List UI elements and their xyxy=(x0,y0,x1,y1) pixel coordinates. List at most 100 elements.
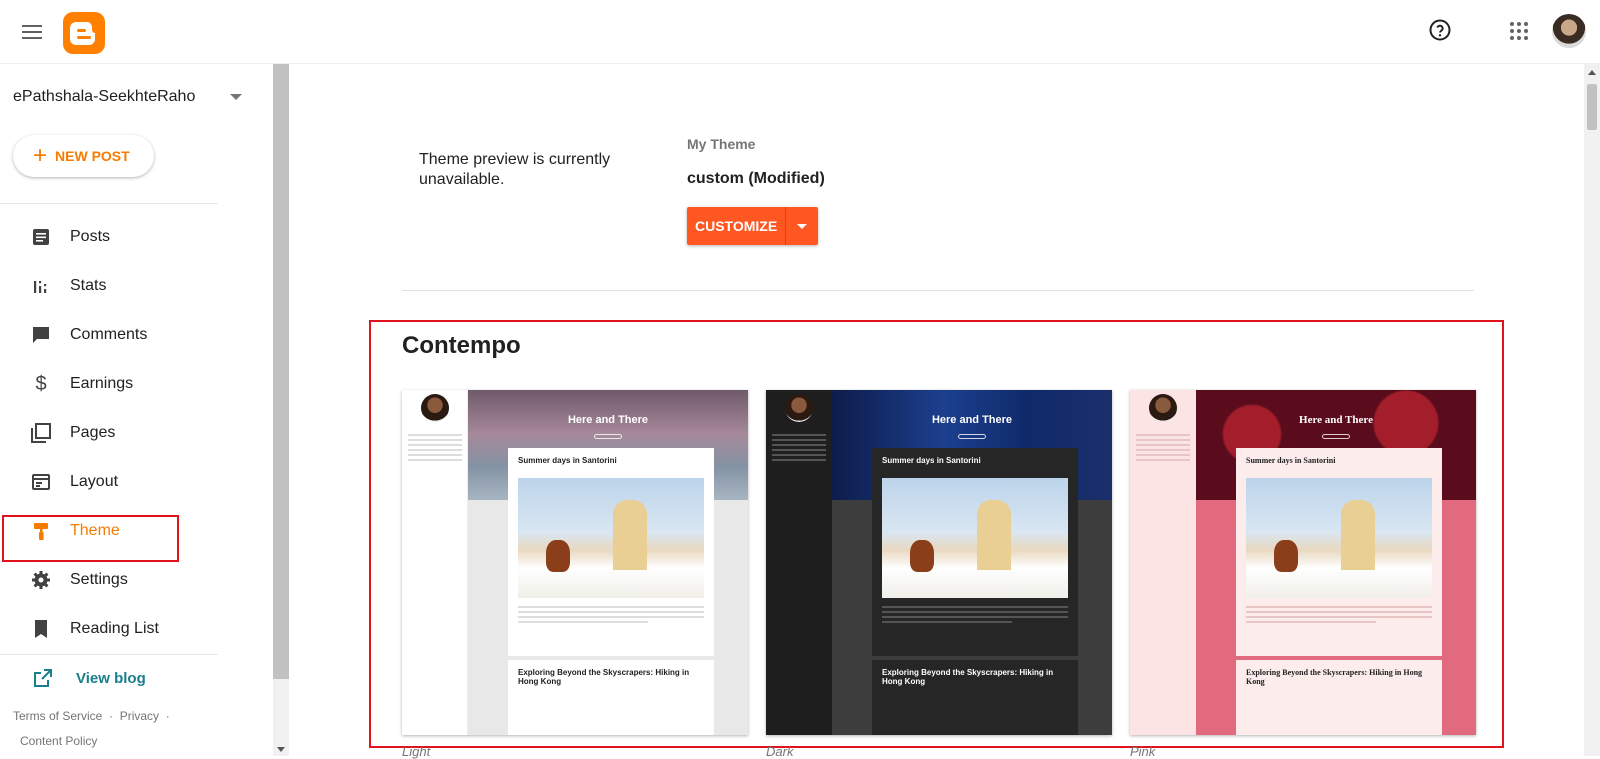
theme-caption: Pink xyxy=(1130,744,1156,759)
chevron-down-icon[interactable] xyxy=(230,94,242,100)
customize-button[interactable]: CUSTOMIZE xyxy=(687,207,785,245)
post-text-lines xyxy=(518,606,704,626)
sidebar-item-label: Pages xyxy=(70,424,116,441)
apps-grid-icon[interactable] xyxy=(1508,20,1530,42)
sidebar-item-label: Comments xyxy=(70,326,148,343)
customize-dropdown-button[interactable] xyxy=(785,207,818,245)
sidebar-item-settings[interactable]: Settings xyxy=(0,558,218,602)
post-preview: Exploring Beyond the Skyscrapers: Hiking… xyxy=(1236,660,1442,735)
help-circle-icon[interactable] xyxy=(1428,18,1452,42)
dollar-icon: $ xyxy=(35,372,47,395)
sidebar-item-stats[interactable]: Stats xyxy=(0,264,218,308)
sidebar-item-label: Layout xyxy=(70,473,119,490)
blog-selector[interactable]: ePathshala-SeekhteRaho xyxy=(13,88,195,106)
post-title: Summer days in Santorini xyxy=(882,456,981,465)
terms-link[interactable]: Terms of Service xyxy=(13,709,102,723)
gear-icon xyxy=(30,569,52,591)
posts-icon xyxy=(30,226,52,248)
profile-photo xyxy=(785,394,813,422)
sidebar-item-earnings[interactable]: $ Earnings xyxy=(0,362,218,406)
comments-icon xyxy=(30,324,52,346)
sidebar-item-label: Stats xyxy=(70,277,107,294)
separator-dot: · xyxy=(165,709,170,723)
hero-pill xyxy=(594,434,622,439)
sidebar-item-pages[interactable]: Pages xyxy=(0,411,218,455)
plus-icon: + xyxy=(33,142,48,169)
content-policy-link[interactable]: Content Policy xyxy=(20,734,97,748)
post-preview: Exploring Beyond the Skyscrapers: Hiking… xyxy=(508,660,714,735)
view-blog-link[interactable]: View blog xyxy=(0,661,218,697)
external-link-icon xyxy=(32,667,54,693)
new-post-label: NEW POST xyxy=(55,148,130,164)
sidebar-item-label: Posts xyxy=(70,228,111,245)
customize-split-button: CUSTOMIZE xyxy=(687,207,818,245)
scroll-up-arrow[interactable] xyxy=(1588,70,1596,75)
theme-card-pink[interactable]: Here and There Summer days in Santorini … xyxy=(1130,390,1476,735)
santorini-image xyxy=(1246,478,1432,598)
layout-icon xyxy=(30,471,52,493)
sidebar-text-lines xyxy=(408,434,462,464)
caret-down-icon xyxy=(797,223,807,229)
post-preview: Summer days in Santorini xyxy=(508,448,714,656)
main-scrollbar[interactable] xyxy=(1584,64,1600,756)
post-title: Summer days in Santorini xyxy=(518,456,617,465)
divider xyxy=(0,654,218,655)
sidebar-text-lines xyxy=(1136,434,1190,464)
separator-dot: · xyxy=(109,709,114,723)
post-title: Exploring Beyond the Skyscrapers: Hiking… xyxy=(518,668,690,686)
sidebar-item-layout[interactable]: Layout xyxy=(0,460,218,504)
theme-caption: Light xyxy=(402,744,431,759)
hero-pill xyxy=(958,434,986,439)
sidebar-item-label: Settings xyxy=(70,571,128,588)
post-title: Exploring Beyond the Skyscrapers: Hiking… xyxy=(1246,668,1423,686)
top-app-bar xyxy=(0,0,1600,64)
sidebar-item-label: Reading List xyxy=(70,620,159,637)
pages-icon xyxy=(30,422,52,444)
sidebar-item-reading-list[interactable]: Reading List xyxy=(0,607,218,651)
theme-preview-message: Theme preview is currently unavailable. xyxy=(419,151,611,188)
profile-photo xyxy=(1149,394,1177,422)
scrollbar-thumb[interactable] xyxy=(1587,84,1597,130)
privacy-link[interactable]: Privacy xyxy=(120,709,159,723)
sidebar-item-comments[interactable]: Comments xyxy=(0,313,218,357)
theme-family-title: Contempo xyxy=(402,332,521,359)
current-theme-name: custom (Modified) xyxy=(687,170,825,187)
user-avatar[interactable] xyxy=(1552,14,1586,48)
sidebar-item-posts[interactable]: Posts xyxy=(0,215,218,259)
scrollbar-thumb[interactable] xyxy=(273,64,289,679)
hero-title: Here and There xyxy=(567,414,649,426)
sidebar: ePathshala-SeekhteRaho + NEW POST Posts … xyxy=(0,64,242,756)
post-text-lines xyxy=(1246,606,1432,626)
blogger-logo[interactable] xyxy=(63,12,105,54)
post-preview: Summer days in Santorini xyxy=(1236,448,1442,656)
sidebar-scrollbar[interactable] xyxy=(273,64,289,756)
hero-pill xyxy=(1322,434,1350,439)
scroll-down-arrow[interactable] xyxy=(277,747,285,752)
card-sidebar xyxy=(1130,390,1196,735)
post-title: Exploring Beyond the Skyscrapers: Hiking… xyxy=(882,668,1054,686)
bookmark-icon xyxy=(30,618,52,640)
post-title: Summer days in Santorini xyxy=(1246,456,1336,465)
theme-caption: Dark xyxy=(766,744,794,759)
sidebar-item-label: Earnings xyxy=(70,375,134,392)
post-preview: Exploring Beyond the Skyscrapers: Hiking… xyxy=(872,660,1078,735)
post-preview: Summer days in Santorini xyxy=(872,448,1078,656)
profile-photo xyxy=(421,394,449,422)
card-sidebar xyxy=(402,390,468,735)
post-text-lines xyxy=(882,606,1068,626)
my-theme-label: My Theme xyxy=(687,136,756,152)
santorini-image xyxy=(518,478,704,598)
theme-card-light[interactable]: Here and There Summer days in Santorini … xyxy=(402,390,748,735)
sidebar-text-lines xyxy=(772,434,826,464)
hero-title: Here and There xyxy=(931,414,1013,426)
section-divider xyxy=(402,290,1474,291)
divider xyxy=(0,203,218,204)
highlight-box xyxy=(2,515,179,562)
theme-card-dark[interactable]: Here and There Summer days in Santorini … xyxy=(766,390,1112,735)
hamburger-menu-icon[interactable] xyxy=(22,20,46,44)
stats-icon xyxy=(30,275,52,297)
new-post-button[interactable]: + NEW POST xyxy=(13,135,154,177)
santorini-image xyxy=(882,478,1068,598)
hero-title: Here and There xyxy=(1299,414,1373,426)
card-sidebar xyxy=(766,390,832,735)
